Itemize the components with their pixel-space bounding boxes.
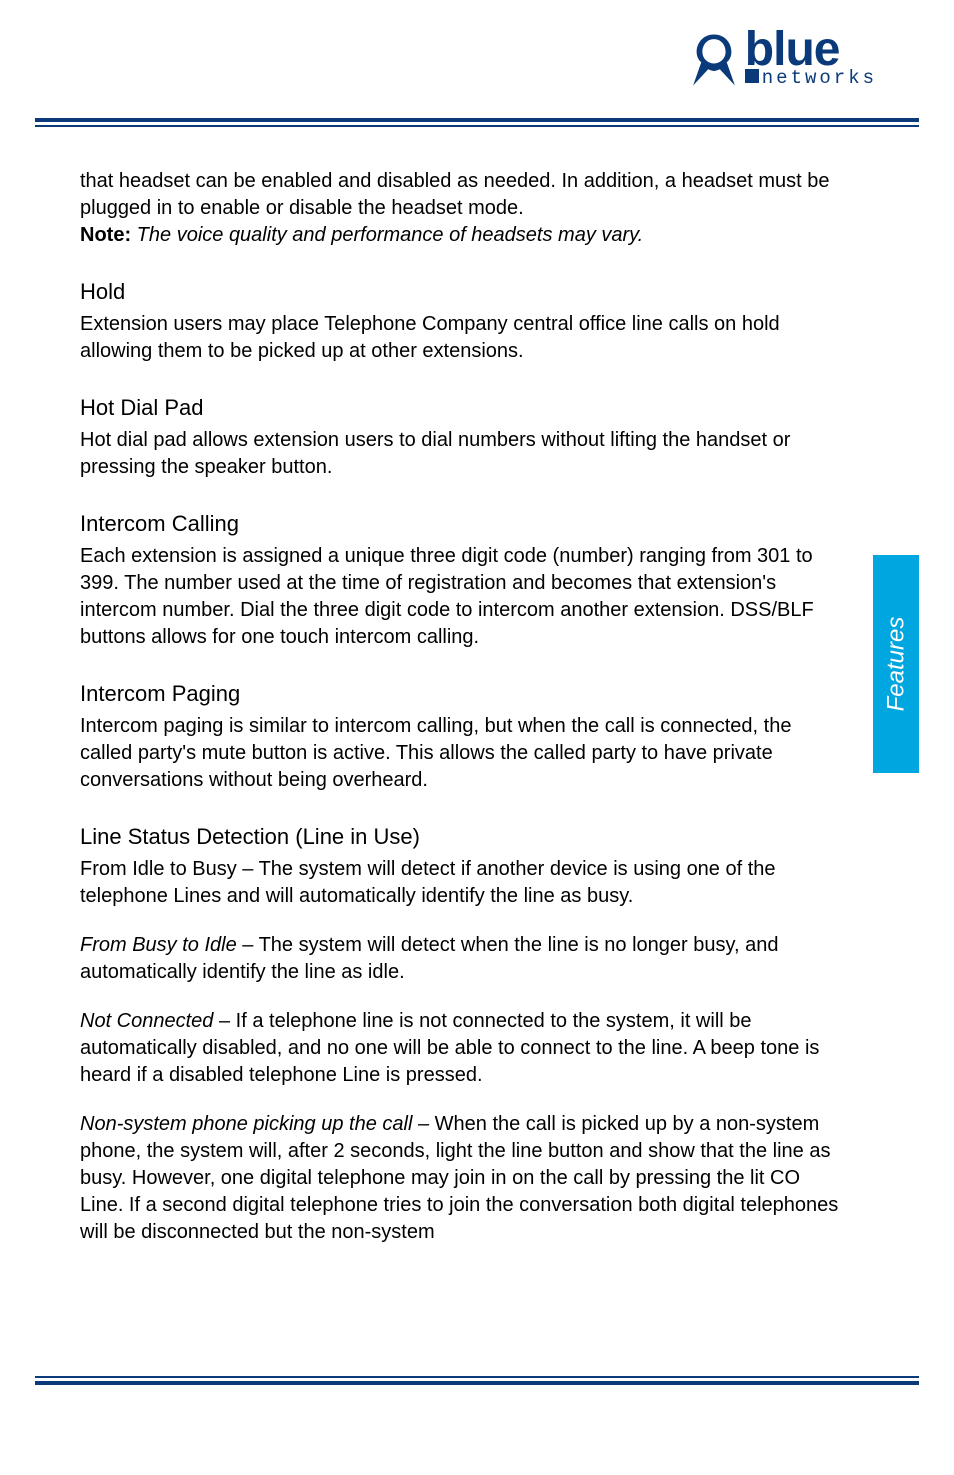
line-status-item-2: Not Connected – If a telephone line is n… bbox=[80, 1008, 840, 1089]
logo-mark-icon bbox=[685, 31, 743, 89]
side-tab-features: Features bbox=[873, 555, 919, 773]
heading-hot-dial-pad: Hot Dial Pad bbox=[80, 395, 840, 421]
heading-intercom-paging: Intercom Paging bbox=[80, 681, 840, 707]
line-status-lead-1: From Busy to Idle bbox=[80, 934, 237, 956]
line-status-lead-0: From Idle to Busy bbox=[80, 858, 237, 880]
brand-logo: blue networks bbox=[685, 30, 879, 89]
section-intercom-calling: Intercom Calling Each extension is assig… bbox=[80, 511, 840, 651]
bottom-divider bbox=[35, 1376, 919, 1385]
logo-word: blue bbox=[745, 30, 879, 71]
side-tab-label: Features bbox=[882, 617, 910, 712]
body-intercom-paging: Intercom paging is similar to intercom c… bbox=[80, 713, 840, 794]
line-status-item-3: Non-system phone picking up the call – W… bbox=[80, 1111, 840, 1246]
line-status-lead-3: Non-system phone picking up the call bbox=[80, 1113, 412, 1135]
section-hot-dial-pad: Hot Dial Pad Hot dial pad allows extensi… bbox=[80, 395, 840, 481]
note-label: Note: bbox=[80, 224, 131, 246]
body-hot-dial-pad: Hot dial pad allows extension users to d… bbox=[80, 427, 840, 481]
top-divider bbox=[35, 118, 919, 127]
section-hold: Hold Extension users may place Telephone… bbox=[80, 279, 840, 365]
section-intercom-paging: Intercom Paging Intercom paging is simil… bbox=[80, 681, 840, 794]
body-intercom-calling: Each extension is assigned a unique thre… bbox=[80, 543, 840, 651]
document-body: that headset can be enabled and disabled… bbox=[80, 168, 840, 1246]
heading-line-status: Line Status Detection (Line in Use) bbox=[80, 824, 840, 850]
logo-subtitle: networks bbox=[745, 67, 879, 89]
heading-hold: Hold bbox=[80, 279, 840, 305]
heading-intercom-calling: Intercom Calling bbox=[80, 511, 840, 537]
line-status-item-1: From Busy to Idle – The system will dete… bbox=[80, 932, 840, 986]
line-status-lead-2: Not Connected bbox=[80, 1010, 213, 1032]
intro-paragraph: that headset can be enabled and disabled… bbox=[80, 168, 840, 249]
intro-text: that headset can be enabled and disabled… bbox=[80, 170, 829, 219]
line-status-item-0: From Idle to Busy – The system will dete… bbox=[80, 856, 840, 910]
note-text: The voice quality and performance of hea… bbox=[137, 224, 644, 246]
section-line-status: Line Status Detection (Line in Use) From… bbox=[80, 824, 840, 1246]
body-hold: Extension users may place Telephone Comp… bbox=[80, 311, 840, 365]
